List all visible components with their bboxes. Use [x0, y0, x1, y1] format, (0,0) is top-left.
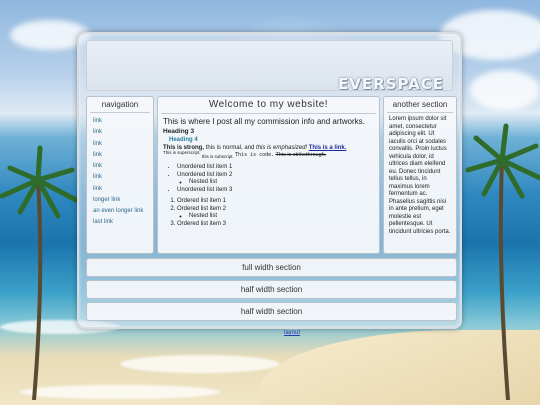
nested-list-item: Nested list: [189, 179, 374, 187]
background-cloud: [470, 70, 540, 110]
navigation-title: navigation: [90, 97, 150, 113]
background-wave: [120, 355, 280, 373]
subscript-text: this is subscript.: [201, 154, 234, 159]
emphasized-text: this is emphasized!: [256, 145, 308, 151]
heading-3: Heading 3: [163, 128, 195, 135]
main-title: Welcome to my website!: [161, 97, 376, 114]
main-content-panel: Welcome to my website! This is where I p…: [157, 96, 380, 254]
another-section-panel: another section Lorem ipsum dolor sit am…: [383, 96, 457, 254]
ordered-list: Ordered list item 1 Ordered list item 2 …: [163, 198, 374, 228]
lorem-text: Lorem ipsum dolor sit amet, consectetur …: [389, 116, 451, 235]
nav-link[interactable]: link: [93, 127, 153, 138]
footer-layout-link[interactable]: layout: [284, 330, 300, 336]
sample-link[interactable]: This is a link.: [309, 145, 347, 151]
palm-tree-left: [0, 145, 79, 400]
formatting-paragraph-2: This is superscript. this is subscript. …: [163, 150, 374, 159]
site-logo[interactable]: EVERSPACE: [338, 75, 444, 93]
palm-tree-right: [465, 123, 540, 400]
list-item: Ordered list item 2 Nested list: [177, 206, 374, 221]
strikethrough-text: This is strikethrough.: [275, 152, 327, 158]
nav-link[interactable]: link: [93, 184, 153, 195]
list-item: Unordered list item 3: [177, 187, 374, 195]
nav-link-last[interactable]: last link: [93, 217, 153, 228]
nav-link[interactable]: link: [93, 172, 153, 183]
code-text: This is code.: [235, 152, 275, 158]
list-item: Unordered list item 2 Nested list: [177, 172, 374, 187]
half-width-section: half width section: [86, 280, 457, 299]
site-frame: EVERSPACE navigation link link link link…: [77, 32, 462, 329]
unordered-list: Unordered list item 1 Unordered list ite…: [163, 164, 374, 194]
list-item: Unordered list item 1: [177, 164, 374, 172]
navigation-list: link link link link link link link longe…: [87, 113, 153, 229]
half-width-section: half width section: [86, 302, 457, 321]
nav-link-even-longer[interactable]: an even longer link: [93, 208, 153, 215]
intro-text: This is where I post all my commission i…: [163, 117, 365, 126]
superscript-text: This is superscript.: [163, 150, 201, 155]
list-item: Ordered list item 1: [177, 198, 374, 206]
main-body: This is where I post all my commission i…: [158, 114, 379, 231]
site-header: EVERSPACE: [86, 40, 453, 93]
normal-text: this is normal, and: [204, 145, 257, 151]
nested-list-item: Nested list: [189, 213, 374, 221]
list-item: Ordered list item 3: [177, 221, 374, 229]
navigation-panel: navigation link link link link link link…: [86, 96, 154, 254]
full-width-section: full width section: [86, 258, 457, 277]
heading-4: Heading 4: [169, 137, 198, 143]
another-section-title: another section: [387, 97, 453, 113]
nav-link-longer[interactable]: longer link: [93, 195, 153, 206]
nav-link[interactable]: link: [93, 139, 153, 150]
nav-link[interactable]: link: [93, 116, 153, 127]
nav-link[interactable]: link: [93, 161, 153, 172]
nav-link[interactable]: link: [93, 150, 153, 161]
